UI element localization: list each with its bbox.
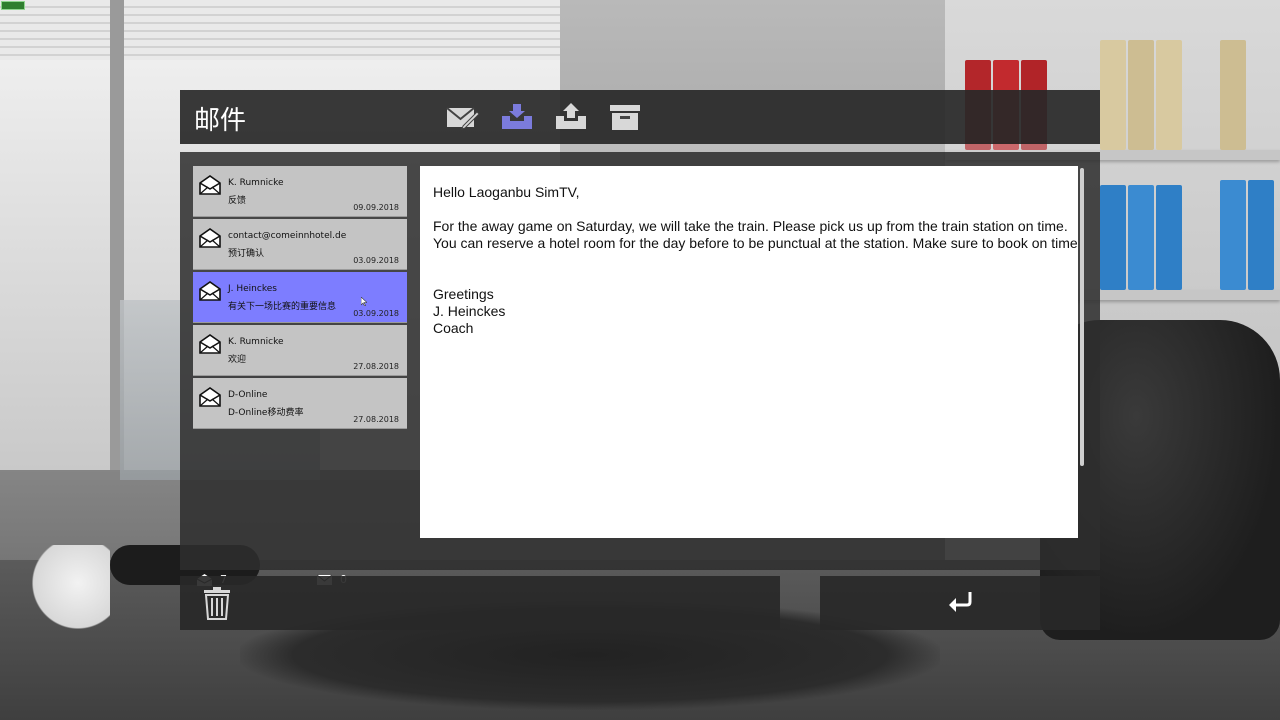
mail-subject: 预订确认 (228, 249, 265, 259)
binder (1248, 180, 1274, 290)
binder (1156, 40, 1182, 150)
message-role: Coach (433, 320, 474, 336)
mail-sender: J. Heinckes (228, 284, 277, 294)
message-line: You can reserve a hotel room for the day… (433, 235, 1078, 251)
mail-date: 03.09.2018 (353, 309, 399, 318)
back-arrow-icon[interactable] (946, 590, 974, 614)
message-closing: Greetings (433, 286, 494, 302)
open-envelope-icon (199, 334, 221, 354)
mail-subject: D-Online移动费率 (228, 408, 304, 418)
inbox-icon (502, 104, 532, 129)
mail-date: 09.09.2018 (353, 203, 399, 212)
message-scrollbar[interactable] (1080, 168, 1084, 466)
mail-sender: contact@comeinnhotel.de (228, 231, 347, 241)
background-blinds (0, 0, 560, 60)
binder (1100, 40, 1126, 150)
mail-date: 27.08.2018 (353, 362, 399, 371)
open-envelope-icon (199, 228, 221, 248)
tab-archive[interactable] (607, 99, 643, 135)
background-rolodex (30, 545, 110, 640)
mail-subject: 反馈 (228, 196, 247, 206)
mail-sender: D-Online (228, 390, 268, 400)
footer-right (820, 576, 1100, 630)
message-text: Hello Laoganbu SimTV, For the away game … (433, 184, 1078, 337)
binder (1220, 180, 1246, 290)
binder (1220, 40, 1246, 150)
binder (1128, 40, 1154, 150)
binder (1128, 185, 1154, 290)
archive-icon (610, 105, 640, 130)
mail-header: 邮件 (180, 90, 1100, 144)
mail-sender: K. Rumnicke (228, 178, 284, 188)
mail-date: 27.08.2018 (353, 415, 399, 424)
mail-list: K. Rumnicke 反馈 09.09.2018 contact@comeinnho… (193, 166, 407, 431)
tab-inbox[interactable] (499, 99, 535, 135)
mail-item[interactable]: K. Rumnicke 反馈 09.09.2018 (193, 166, 407, 217)
tab-compose[interactable] (445, 99, 481, 135)
binder (1156, 185, 1182, 290)
open-envelope-icon (199, 175, 221, 195)
tab-outbox[interactable] (553, 99, 589, 135)
debug-tag (1, 1, 25, 10)
mail-subject: 欢迎 (228, 355, 247, 365)
mail-panel: 邮件 K. Rumnicke 反馈 09.09.2018 contact@com… (180, 90, 1100, 630)
message-line: For the away game on Saturday, we will t… (433, 218, 1068, 234)
trash-icon[interactable] (202, 586, 232, 620)
outbox-icon (556, 103, 586, 129)
open-envelope-icon (199, 387, 221, 407)
mail-item[interactable]: K. Rumnicke 欢迎 27.08.2018 (193, 325, 407, 376)
message-reader: Hello Laoganbu SimTV, For the away game … (420, 166, 1078, 538)
mail-date: 03.09.2018 (353, 256, 399, 265)
mail-subject: 有关下一场比赛的重要信息 (228, 302, 337, 312)
mail-item[interactable]: contact@comeinnhotel.de 预订确认 03.09.2018 (193, 219, 407, 270)
mail-item[interactable]: J. Heinckes 有关下一场比赛的重要信息 03.09.2018 (193, 272, 407, 323)
binder (1100, 185, 1126, 290)
compose-icon (446, 107, 480, 130)
header-divider (180, 144, 1100, 152)
mail-sender: K. Rumnicke (228, 337, 284, 347)
mouse-cursor-icon (361, 297, 367, 306)
footer-left (180, 576, 780, 630)
mail-body: K. Rumnicke 反馈 09.09.2018 contact@comeinnho… (180, 152, 1100, 570)
open-envelope-icon (199, 281, 221, 301)
page-title: 邮件 (194, 106, 247, 136)
mail-tabs (445, 99, 643, 135)
message-greeting: Hello Laoganbu SimTV, (433, 184, 580, 200)
mail-item[interactable]: D-Online D-Online移动费率 27.08.2018 (193, 378, 407, 429)
message-signature: J. Heinckes (433, 303, 506, 319)
